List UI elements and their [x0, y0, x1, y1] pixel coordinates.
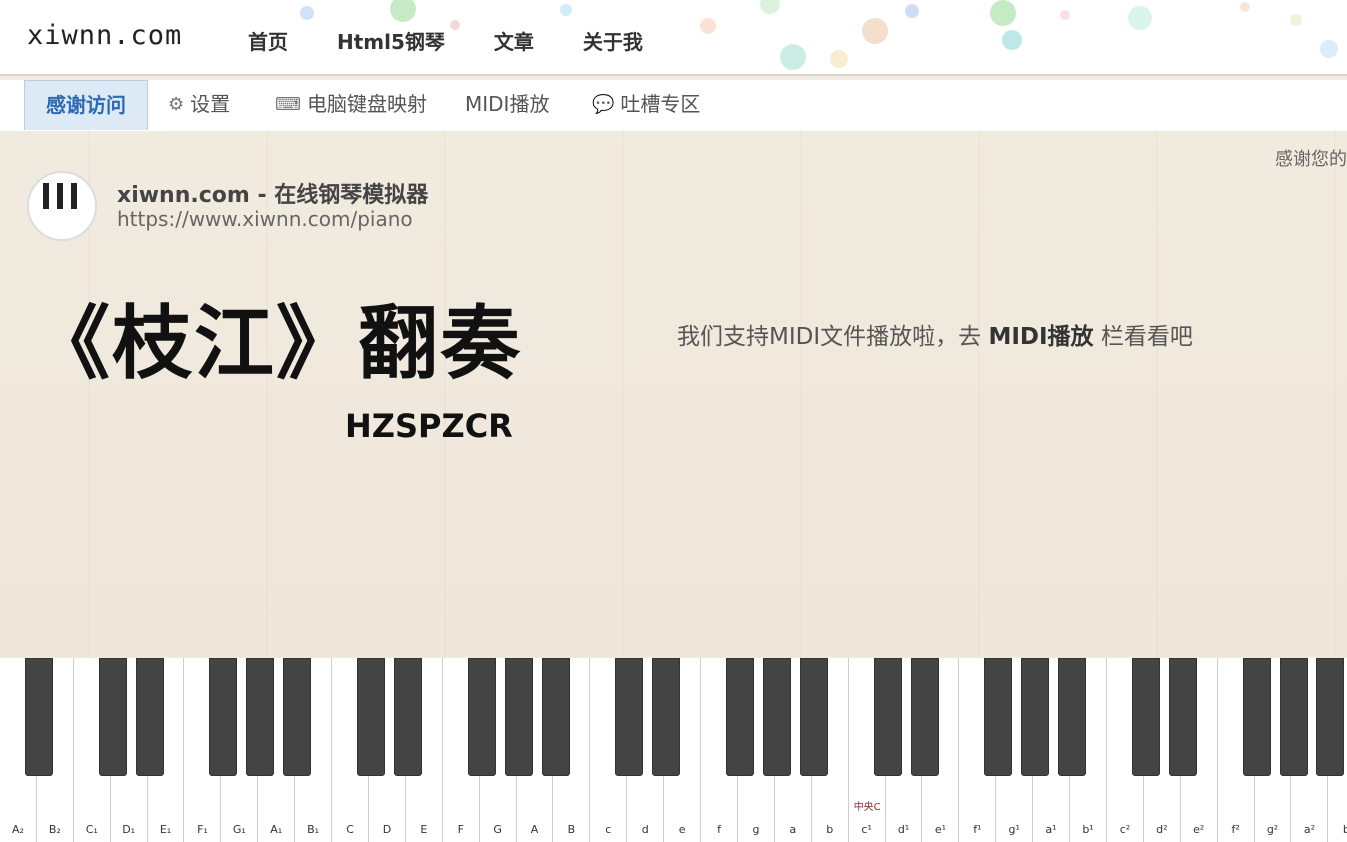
black-key[interactable] — [135, 658, 164, 776]
nav-home[interactable]: 首页 — [248, 26, 288, 55]
song-author: HZSPZCR — [345, 407, 513, 445]
black-key[interactable] — [799, 658, 828, 776]
black-key[interactable] — [910, 658, 939, 776]
black-key[interactable] — [98, 658, 127, 776]
white-key-label: c — [605, 823, 612, 836]
black-key[interactable] — [393, 658, 422, 776]
black-key[interactable] — [1058, 658, 1087, 776]
nav-about[interactable]: 关于我 — [583, 26, 643, 55]
nav-html5-piano[interactable]: Html5钢琴 — [337, 26, 445, 55]
black-key[interactable] — [24, 658, 53, 776]
midi-note-prefix: 我们支持MIDI文件播放啦，去 — [677, 324, 989, 350]
song-title: 《枝江》翻奏 — [30, 296, 522, 390]
black-key[interactable] — [652, 658, 681, 776]
white-key-label: b — [1342, 823, 1347, 836]
tab-keyboard-mapping[interactable]: ⌨ 电脑键盘映射 — [275, 80, 427, 129]
tab-midi-play[interactable]: MIDI播放 — [465, 80, 549, 129]
white-key-label: F₁ — [197, 823, 208, 836]
black-key[interactable] — [873, 658, 902, 776]
black-key[interactable] — [984, 658, 1013, 776]
white-key-label: g² — [1266, 823, 1279, 836]
main-nav: 首页 Html5钢琴 文章 关于我 — [248, 26, 692, 55]
tab-feedback-label: 吐槽专区 — [620, 92, 701, 116]
brand-logo-text[interactable]: xiwnn.com — [27, 20, 182, 51]
tab-keyboard-mapping-label: 电脑键盘映射 — [306, 92, 427, 116]
white-key-label: d¹ — [897, 823, 910, 836]
white-key-label: A₂ — [11, 823, 24, 836]
white-key-label: G₁ — [232, 823, 246, 836]
tab-midi-play-label: MIDI播放 — [465, 92, 550, 116]
white-key-label: C — [346, 823, 354, 836]
tab-feedback[interactable]: 💬 吐槽专区 — [592, 80, 700, 129]
site-title: xiwnn.com - 在线钢琴模拟器 — [117, 183, 429, 208]
chat-bubble-icon: 💬 — [592, 94, 615, 115]
black-key[interactable] — [467, 658, 496, 776]
black-key[interactable] — [762, 658, 791, 776]
midi-note-suffix: 栏看看吧 — [1093, 324, 1193, 350]
white-key-label: b — [826, 823, 834, 836]
white-key-label: f² — [1231, 823, 1240, 836]
nav-articles[interactable]: 文章 — [494, 26, 534, 55]
white-key-label: C₁ — [85, 823, 98, 836]
black-key[interactable] — [615, 658, 644, 776]
piano-keyboard: A₂ B₂ C₁ D₁ E₁ F₁ G₁ A₁ B₁ C D E F G A Bc d e f g a b c¹ d¹ e¹ f¹… — [0, 658, 1347, 842]
main-panel: 感谢您的 xiwnn.com - 在线钢琴模拟器 https://www.xiw… — [0, 131, 1347, 660]
white-key-label: e² — [1193, 823, 1205, 836]
white-key-label: b¹ — [1082, 823, 1094, 836]
white-key-label: e¹ — [934, 823, 947, 836]
site-header: xiwnn.com 首页 Html5钢琴 文章 关于我 — [0, 0, 1347, 76]
white-key-label: A₁ — [270, 823, 283, 836]
white-key-label: D — [382, 823, 392, 836]
black-key[interactable] — [357, 658, 385, 776]
tab-bar: 感谢访问 ⚙ 设置 ⌨ 电脑键盘映射 MIDI播放 💬 吐槽专区 — [0, 80, 1347, 132]
midi-play-link[interactable]: MIDI播放 — [988, 324, 1093, 350]
white-key-label: f — [717, 823, 721, 836]
black-key[interactable] — [1316, 658, 1345, 776]
keyboard-icon: ⌨ — [275, 94, 301, 115]
white-key-label: a — [789, 823, 797, 836]
black-key[interactable] — [246, 658, 275, 776]
white-key-label: a¹ — [1045, 823, 1057, 836]
midi-announcement: 我们支持MIDI文件播放啦，去 MIDI播放 栏看看吧 — [677, 317, 1193, 351]
thanks-marquee: 感谢您的 — [1275, 149, 1347, 170]
white-key-label: f¹ — [973, 823, 982, 836]
white-key-label: D₁ — [122, 823, 136, 836]
site-url[interactable]: https://www.xiwnn.com/piano — [117, 207, 413, 231]
white-key-label: E — [420, 823, 428, 836]
white-key-label: e — [678, 823, 686, 836]
black-key[interactable] — [1279, 658, 1308, 776]
black-key[interactable] — [1242, 658, 1271, 776]
middle-c-label: 中央C — [853, 802, 881, 813]
black-key[interactable] — [504, 658, 533, 776]
white-key-label: g¹ — [1008, 823, 1020, 836]
black-key[interactable] — [1131, 658, 1160, 776]
white-key-label: E₁ — [159, 823, 172, 836]
white-key-label: B₂ — [48, 823, 61, 836]
tab-thanks[interactable]: 感谢访问 — [24, 80, 148, 130]
black-key[interactable] — [209, 658, 238, 776]
white-key-label: F — [457, 823, 464, 836]
black-key[interactable] — [726, 658, 754, 776]
white-key-label: d — [641, 823, 649, 836]
gear-icon: ⚙ — [168, 94, 185, 115]
black-key[interactable] — [1168, 658, 1197, 776]
white-key-label: a² — [1303, 823, 1316, 836]
white-key-label: g — [752, 823, 760, 836]
tab-thanks-label: 感谢访问 — [46, 93, 126, 117]
header-divider — [0, 74, 1347, 76]
white-key-label: c² — [1119, 823, 1131, 836]
site-logo — [27, 171, 97, 241]
white-key-label: G — [493, 823, 502, 836]
white-key-label: B — [567, 823, 576, 836]
white-key-label: d² — [1156, 823, 1168, 836]
tab-settings[interactable]: ⚙ 设置 — [168, 80, 230, 129]
black-key[interactable] — [283, 658, 312, 776]
tab-settings-label: 设置 — [190, 92, 231, 116]
white-key-label: c¹ — [861, 823, 872, 836]
black-key[interactable] — [1021, 658, 1050, 776]
black-key[interactable] — [541, 658, 570, 776]
white-key-label: B₁ — [307, 823, 320, 836]
white-key-label: A — [530, 823, 539, 836]
